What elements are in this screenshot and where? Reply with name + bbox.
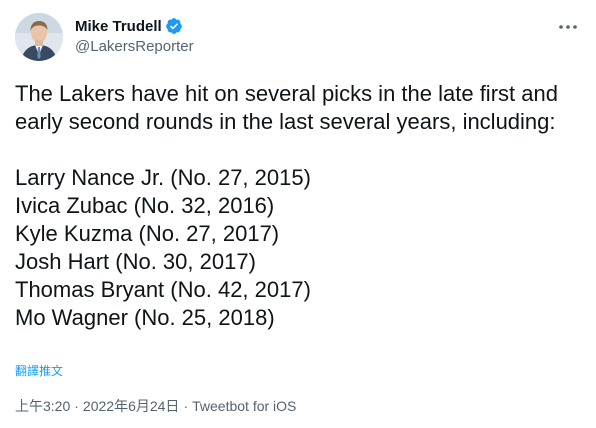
list-item: Thomas Bryant (No. 42, 2017) <box>15 277 311 302</box>
tweet-date[interactable]: 2022年6月24日 <box>83 396 180 416</box>
list-item: Ivica Zubac (No. 32, 2016) <box>15 193 275 218</box>
tweet-meta: 上午3:20 · 2022年6月24日 · Tweetbot for iOS <box>15 396 296 416</box>
name-row: Mike Trudell <box>75 15 194 37</box>
more-options-button[interactable] <box>554 15 582 39</box>
verified-badge-icon <box>165 17 183 35</box>
tweet-intro: The Lakers have hit on several picks in … <box>15 81 558 134</box>
more-horizontal-icon <box>559 25 577 29</box>
author-block: Mike Trudell @LakersReporter <box>75 15 194 56</box>
tweet-source[interactable]: Tweetbot for iOS <box>192 398 296 414</box>
meta-separator: · <box>74 398 79 414</box>
list-item: Kyle Kuzma (No. 27, 2017) <box>15 221 280 246</box>
tweet-text: The Lakers have hit on several picks in … <box>15 80 585 332</box>
tweet-card: Mike Trudell @LakersReporter The Lakers … <box>0 0 596 428</box>
list-item: Mo Wagner (No. 25, 2018) <box>15 305 275 330</box>
list-item: Josh Hart (No. 30, 2017) <box>15 249 256 274</box>
user-handle[interactable]: @LakersReporter <box>75 38 194 55</box>
avatar[interactable] <box>15 13 63 61</box>
avatar-image <box>15 13 63 61</box>
tweet-time[interactable]: 上午3:20 <box>15 396 70 416</box>
list-item: Larry Nance Jr. (No. 27, 2015) <box>15 165 311 190</box>
display-name[interactable]: Mike Trudell <box>75 18 162 35</box>
meta-separator: · <box>183 398 189 414</box>
translate-tweet-link[interactable]: 翻譯推文 <box>15 362 63 379</box>
